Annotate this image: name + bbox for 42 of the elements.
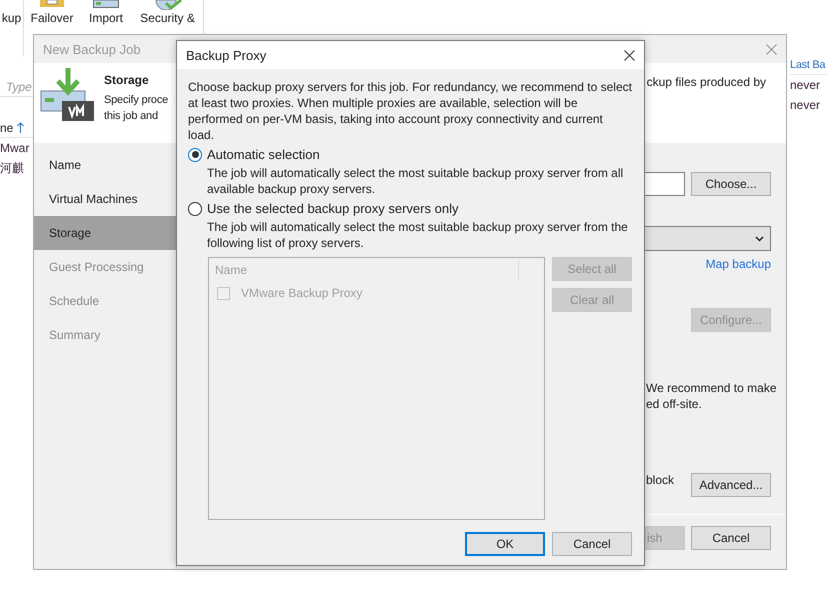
table-cell-text: never [790,77,822,94]
step-description: Specify proce [104,93,170,108]
option-hint: The job will automatically select the most suitable backup proxy server from the following list of proxy servers. [207,219,629,251]
wizard-step[interactable]: Virtual Machines [34,182,176,216]
close-icon[interactable] [624,50,635,60]
ok-button[interactable]: OK [465,532,545,556]
map-backup-link[interactable]: Map backup [706,257,771,271]
storage-vm-icon [40,67,96,123]
wizard-step[interactable]: Name [34,148,176,182]
shield-check-icon [154,0,182,10]
advanced-button[interactable]: Advanced... [691,473,771,497]
option-hint: The job will automatically select the most suitable backup proxy server from all available backup proxy servers. [207,165,624,197]
window-title: New Backup Job [43,42,141,56]
cancel-button[interactable]: Cancel [552,532,632,556]
dialog-title: Backup Proxy [186,48,266,62]
step-description: ckup files produced by [646,75,766,89]
table-cell-text: never [790,97,822,114]
step-title: Storage [104,73,150,87]
sort-arrow-icon [17,122,24,133]
ribbon-label[interactable]: Import [88,11,123,25]
radio-label[interactable]: Use the selected backup proxy servers only [207,201,458,216]
table-cell-text: Mwar [0,140,30,157]
chevron-icon [755,236,764,242]
ribbon-label[interactable]: Failover [30,11,74,25]
ribbon-label[interactable]: kup [2,11,22,25]
radio-button[interactable] [188,148,202,162]
note-text: We recommend to make [645,380,778,396]
label-text: block [645,473,674,489]
note-text: ed off-site. [645,396,703,412]
column-header[interactable]: ne [0,120,14,134]
table-cell-text: 河麒 [0,160,25,177]
description-text: Choose backup proxy servers for this job. For redundancy, we recommend to select at least two proxies. When multiple proxies are available, selection will be performed on per-VM basis, taking into account proxy connectivity and current load. [188,79,632,143]
ribbon-label[interactable]: Security & [140,11,195,25]
cancel-button[interactable]: Cancel [691,526,771,550]
column-header[interactable]: Last Ba [790,58,826,70]
proxy-name: VMware Backup Proxy [241,286,362,300]
radio-label[interactable]: Automatic selection [207,147,320,162]
backup-icon [93,0,119,8]
wizard-step[interactable]: Storage [34,216,176,250]
radio-button[interactable] [188,202,202,216]
choose-button[interactable]: Choose... [691,172,771,196]
step-description: this job and [104,109,159,124]
